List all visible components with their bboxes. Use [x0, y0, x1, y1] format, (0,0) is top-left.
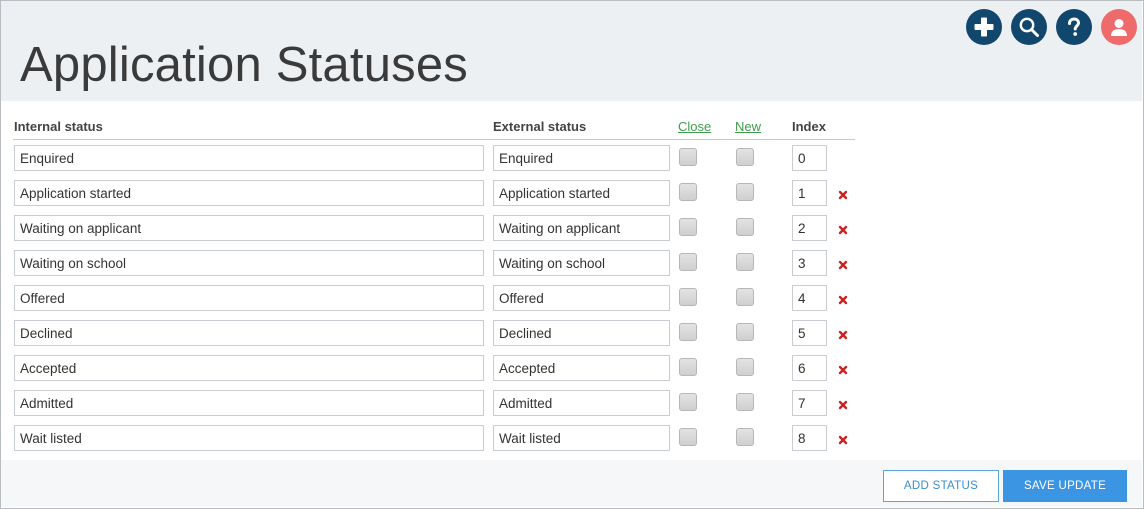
- table-row: [0, 179, 900, 214]
- external-status-input[interactable]: [493, 250, 670, 276]
- new-checkbox[interactable]: [736, 148, 754, 166]
- close-checkbox[interactable]: [679, 253, 697, 271]
- internal-status-input[interactable]: [14, 390, 484, 416]
- internal-status-input[interactable]: [14, 285, 484, 311]
- index-input[interactable]: [792, 215, 827, 241]
- index-input[interactable]: [792, 145, 827, 171]
- new-checkbox[interactable]: [736, 218, 754, 236]
- index-input[interactable]: [792, 285, 827, 311]
- index-input[interactable]: [792, 425, 827, 451]
- table-row: [0, 354, 900, 389]
- index-input[interactable]: [792, 320, 827, 346]
- column-header-internal-status: Internal status: [14, 119, 103, 134]
- table-row: [0, 249, 900, 284]
- close-checkbox[interactable]: [679, 218, 697, 236]
- index-input[interactable]: [792, 355, 827, 381]
- status-table: [0, 144, 900, 459]
- index-input[interactable]: [792, 250, 827, 276]
- new-checkbox[interactable]: [736, 358, 754, 376]
- external-status-input[interactable]: [493, 320, 670, 346]
- external-status-input[interactable]: [493, 180, 670, 206]
- external-status-input[interactable]: [493, 285, 670, 311]
- table-row: [0, 319, 900, 354]
- user-icon[interactable]: [1101, 9, 1137, 45]
- close-checkbox[interactable]: [679, 148, 697, 166]
- close-checkbox[interactable]: [679, 393, 697, 411]
- internal-status-input[interactable]: [14, 355, 484, 381]
- table-row: [0, 284, 900, 319]
- external-status-input[interactable]: [493, 215, 670, 241]
- search-icon[interactable]: [1011, 9, 1047, 45]
- internal-status-input[interactable]: [14, 145, 484, 171]
- close-checkbox[interactable]: [679, 183, 697, 201]
- close-checkbox[interactable]: [679, 288, 697, 306]
- delete-icon[interactable]: [838, 432, 848, 445]
- help-icon[interactable]: [1056, 9, 1092, 45]
- delete-icon[interactable]: [838, 397, 848, 410]
- external-status-input[interactable]: [493, 425, 670, 451]
- table-row: [0, 214, 900, 249]
- table-row: [0, 144, 900, 179]
- add-icon[interactable]: [966, 9, 1002, 45]
- new-checkbox[interactable]: [736, 393, 754, 411]
- save-update-button[interactable]: SAVE UPDATE: [1003, 470, 1127, 502]
- add-status-button[interactable]: ADD STATUS: [883, 470, 999, 502]
- new-checkbox[interactable]: [736, 288, 754, 306]
- close-checkbox[interactable]: [679, 323, 697, 341]
- table-row: [0, 424, 900, 459]
- index-input[interactable]: [792, 390, 827, 416]
- external-status-input[interactable]: [493, 355, 670, 381]
- index-input[interactable]: [792, 180, 827, 206]
- internal-status-input[interactable]: [14, 250, 484, 276]
- close-checkbox[interactable]: [679, 358, 697, 376]
- external-status-input[interactable]: [493, 145, 670, 171]
- new-checkbox[interactable]: [736, 428, 754, 446]
- new-checkbox[interactable]: [736, 323, 754, 341]
- column-header-close[interactable]: Close: [678, 120, 711, 134]
- delete-icon[interactable]: [838, 327, 848, 340]
- header-divider: [13, 139, 855, 140]
- table-row: [0, 389, 900, 424]
- close-checkbox[interactable]: [679, 428, 697, 446]
- delete-icon[interactable]: [838, 292, 848, 305]
- column-header-external-status: External status: [493, 119, 587, 134]
- delete-icon[interactable]: [838, 222, 848, 235]
- page-header: Application Statuses: [1, 1, 1142, 101]
- delete-icon[interactable]: [838, 187, 848, 200]
- internal-status-input[interactable]: [14, 215, 484, 241]
- column-header-new[interactable]: New: [735, 120, 761, 134]
- new-checkbox[interactable]: [736, 183, 754, 201]
- delete-icon[interactable]: [838, 257, 848, 270]
- new-checkbox[interactable]: [736, 253, 754, 271]
- external-status-input[interactable]: [493, 390, 670, 416]
- column-header-index: Index: [792, 119, 826, 134]
- internal-status-input[interactable]: [14, 180, 484, 206]
- internal-status-input[interactable]: [14, 320, 484, 346]
- top-icon-bar: [966, 9, 1137, 45]
- delete-icon[interactable]: [838, 362, 848, 375]
- page-title: Application Statuses: [20, 38, 468, 92]
- internal-status-input[interactable]: [14, 425, 484, 451]
